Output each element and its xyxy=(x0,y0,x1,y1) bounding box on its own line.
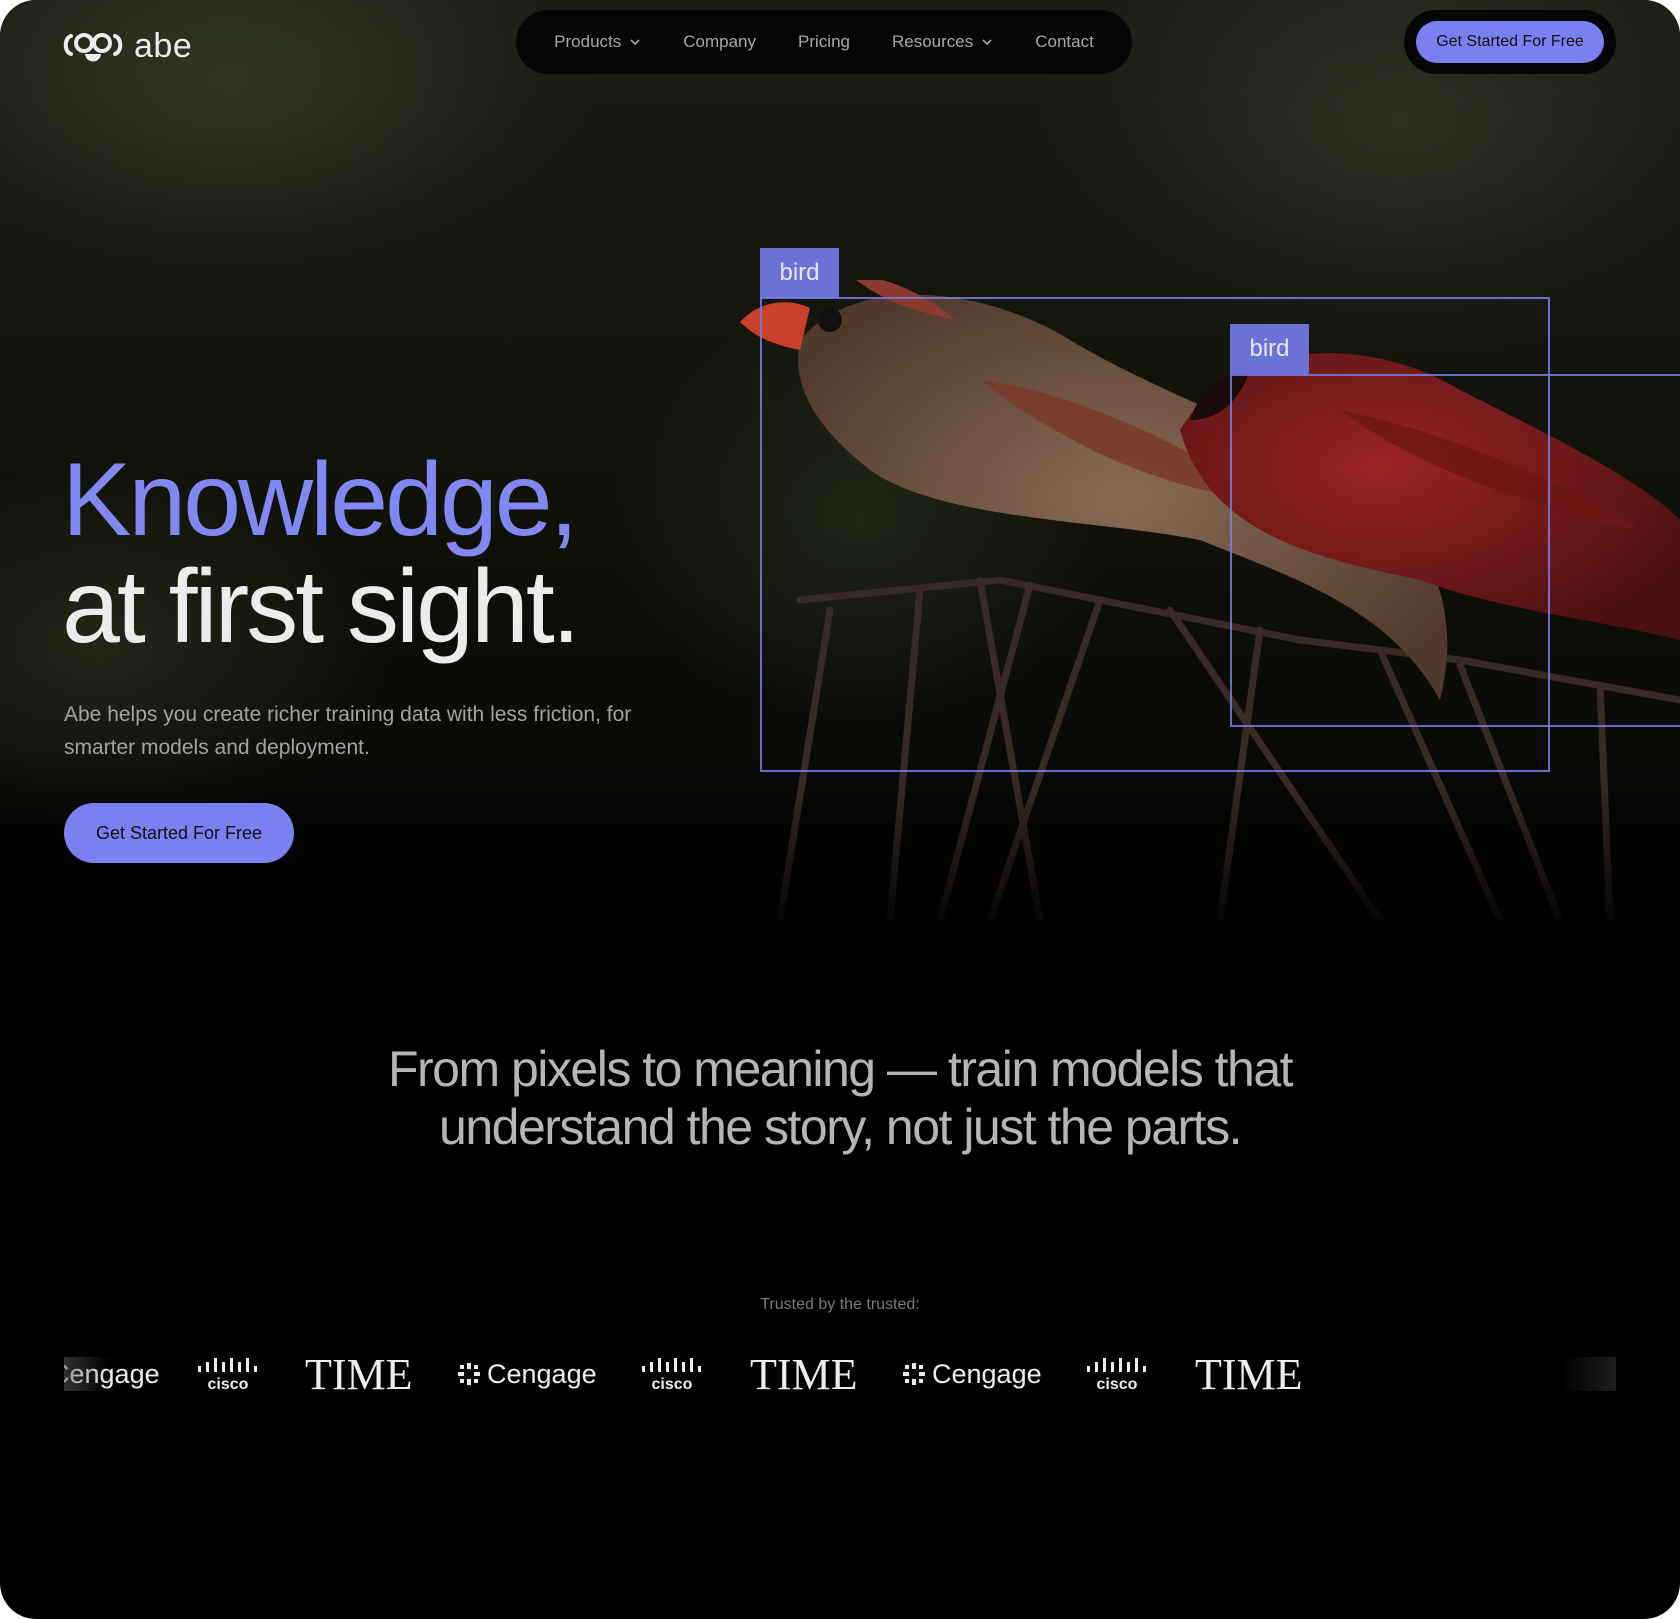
trusted-heading: Trusted by the trusted: xyxy=(760,1296,920,1313)
chevron-down-icon xyxy=(982,39,992,46)
nav-item-contact[interactable]: Contact xyxy=(1014,32,1115,52)
cisco-logo: cisco xyxy=(1085,1350,1149,1398)
chevron-down-icon xyxy=(630,39,640,46)
logo-text: cisco xyxy=(208,1376,249,1392)
logo-strip-fade-left xyxy=(64,1357,110,1391)
logo-text: Cengage xyxy=(487,1358,597,1389)
cisco-bars-icon: cisco xyxy=(642,1358,701,1392)
logo-text: cisco xyxy=(652,1376,693,1392)
detection-box-bird-2 xyxy=(1230,374,1680,727)
nav-item-label: Company xyxy=(683,32,757,51)
nav-item-resources[interactable]: Resources xyxy=(871,32,1014,52)
cengage-logo: Cengage xyxy=(902,1350,1042,1398)
time-logo: TIME xyxy=(1195,1350,1303,1398)
brand-logo[interactable]: abe xyxy=(62,24,192,68)
main-nav: Products Company Pricing Resources Conta… xyxy=(516,10,1132,74)
logo-text: Cengage xyxy=(932,1358,1042,1389)
cisco-logo: cisco xyxy=(196,1350,260,1398)
page-frame: bird bird abe Products Company Pricing R… xyxy=(0,0,1680,1619)
nav-cta-container: Get Started For Free xyxy=(1404,10,1616,74)
detection-label-bird-1: bird xyxy=(760,248,839,298)
time-logo: TIME xyxy=(305,1350,413,1398)
detection-label-bird-2: bird xyxy=(1230,324,1309,374)
cisco-bars-icon: cisco xyxy=(198,1358,257,1392)
cengage-burst-icon xyxy=(903,1363,925,1385)
hero-subtitle: Abe helps you create richer training dat… xyxy=(64,703,632,759)
hero-headline: at first sight. xyxy=(62,549,581,665)
get-started-button-nav[interactable]: Get Started For Free xyxy=(1416,21,1604,63)
tagline: From pixels to meaning — train models th… xyxy=(387,1041,1294,1155)
logo-strip-fade-right xyxy=(1560,1357,1616,1391)
nav-item-label: Products xyxy=(554,32,622,51)
cengage-burst-icon xyxy=(458,1363,480,1385)
nav-item-label: Pricing xyxy=(798,32,850,51)
time-logo: TIME xyxy=(750,1350,858,1398)
logo-text: cisco xyxy=(1097,1376,1138,1392)
get-started-button-hero[interactable]: Get Started For Free xyxy=(64,803,294,863)
cengage-logo: Cengage xyxy=(457,1350,597,1398)
hero-headline-accent: Knowledge, xyxy=(62,442,579,558)
nav-item-company[interactable]: Company xyxy=(662,32,777,52)
customer-logos-strip: Cengage cisco TIME Cengage cisco TIME Ce… xyxy=(64,1350,1616,1398)
cisco-logo: cisco xyxy=(640,1350,704,1398)
abe-monkey-icon xyxy=(63,33,123,62)
nav-item-label: Resources xyxy=(891,32,974,51)
cisco-bars-icon: cisco xyxy=(1087,1358,1146,1392)
nav-item-label: Contact xyxy=(1035,32,1094,51)
nav-item-products[interactable]: Products xyxy=(533,32,662,52)
brand-name: abe xyxy=(134,26,193,65)
nav-item-pricing[interactable]: Pricing xyxy=(777,32,871,52)
